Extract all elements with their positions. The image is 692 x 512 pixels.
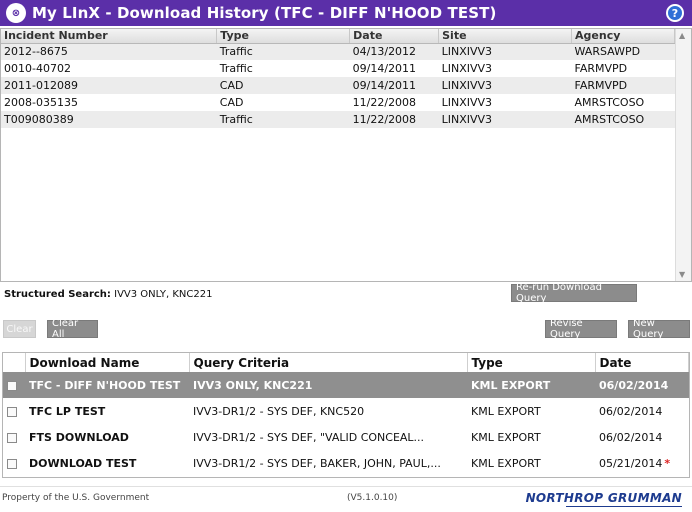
incident-agency: FARMVPD [574, 62, 628, 75]
query-criteria: IVV3-DR1/2 - SYS DEF, "VALID CONCEAL... [193, 430, 425, 444]
footer-government-notice: Property of the U.S. Government [2, 493, 150, 503]
northrop-grumman-logo: NORTHROP GRUMMAN [525, 491, 683, 507]
structured-search-label: Structured Search: [4, 289, 111, 300]
column-header-download-name[interactable]: Download Name [25, 353, 190, 372]
download-date: 05/21/2014 * [599, 456, 671, 470]
download-row[interactable]: TFC LP TEST IVV3-DR1/2 - SYS DEF, KNC520… [3, 398, 689, 424]
incident-number: 2012--8675 [1, 43, 217, 60]
download-row[interactable]: FTS DOWNLOAD IVV3-DR1/2 - SYS DEF, "VALI… [3, 424, 689, 450]
column-header-incident-number[interactable]: Incident Number [1, 29, 218, 44]
column-header-agency[interactable]: Agency [571, 29, 675, 44]
incident-row[interactable]: 0010-40702 Traffic 09/14/2011 LINXIVV3 F… [1, 60, 675, 77]
download-type: KML EXPORT [471, 430, 541, 444]
download-date: 06/02/2014 [599, 430, 663, 444]
new-indicator: * [664, 456, 671, 470]
download-table: Download Name Query Criteria Type Date T… [3, 353, 689, 476]
help-icon[interactable]: ? [666, 4, 684, 22]
window-title: My LInX - Download History (TFC - DIFF N… [32, 4, 497, 22]
incident-row[interactable]: 2012--8675 Traffic 04/13/2012 LINXIVV3 W… [1, 43, 675, 60]
download-header-row: Download Name Query Criteria Type Date [3, 353, 689, 372]
query-criteria: IVV3 ONLY, KNC221 [189, 372, 467, 398]
incident-number: T009080389 [1, 111, 217, 128]
revise-query-button[interactable]: Revise Query [545, 318, 617, 340]
incident-date: 09/14/2011 [349, 77, 439, 94]
incident-type: Traffic [216, 111, 350, 128]
incident-row[interactable]: 2008-035135 CAD 11/22/2008 LINXIVV3 AMRS… [1, 94, 675, 111]
title-bar: ⊗ My LInX - Download History (TFC - DIFF… [0, 0, 692, 26]
incident-type: Traffic [216, 43, 350, 60]
scroll-up-icon[interactable]: ▲ [679, 31, 685, 40]
download-history-list: Download Name Query Criteria Type Date T… [2, 352, 690, 478]
incident-list: Incident Number Type Date Site Agency 20… [0, 28, 692, 282]
incident-scrollbar[interactable]: ▲ ▼ [675, 29, 691, 281]
incident-site: LINXIVV3 [438, 111, 572, 128]
row-checkbox[interactable] [7, 458, 17, 469]
clear-button[interactable]: Clear [3, 320, 36, 338]
incident-agency: AMRSTCOSO [574, 96, 645, 109]
column-header-select [3, 353, 26, 372]
download-type: KML EXPORT [467, 372, 595, 398]
incident-date: 11/22/2008 [349, 111, 439, 128]
column-header-date[interactable]: Date [349, 29, 440, 44]
row-checkbox[interactable] [7, 406, 17, 417]
incident-agency: FARMVPD [571, 77, 675, 94]
incident-number: 0010-40702 [4, 62, 71, 75]
incident-number: 2011-012089 [1, 77, 217, 94]
incident-table: Incident Number Type Date Site Agency 20… [1, 29, 675, 128]
column-header-type[interactable]: Type [216, 29, 351, 44]
row-checkbox[interactable] [7, 380, 17, 391]
incident-row[interactable]: 2011-012089 CAD 09/14/2011 LINXIVV3 FARM… [1, 77, 675, 94]
query-criteria: IVV3-DR1/2 - SYS DEF, BAKER, JOHN, PAUL,… [193, 456, 441, 470]
incident-agency: AMRSTCOSO [571, 111, 675, 128]
column-header-query-criteria[interactable]: Query Criteria [189, 353, 468, 372]
structured-search-value: IVV3 ONLY, KNC221 [114, 289, 213, 300]
clear-all-button[interactable]: Clear All [47, 318, 98, 340]
incident-site: LINXIVV3 [441, 62, 493, 75]
incident-site: LINXIVV3 [438, 77, 572, 94]
incident-type: CAD [219, 96, 244, 109]
incident-date: 11/22/2008 [352, 96, 417, 109]
row-checkbox[interactable] [7, 432, 17, 443]
incident-date: 04/13/2012 [349, 43, 439, 60]
incident-number: 2008-035135 [4, 96, 78, 109]
download-type: KML EXPORT [471, 456, 541, 470]
incident-agency: WARSAWPD [571, 43, 675, 60]
query-criteria: IVV3-DR1/2 - SYS DEF, KNC520 [193, 404, 365, 418]
column-header-site[interactable]: Site [438, 29, 573, 44]
download-name: TFC - DIFF N'HOOD TEST [25, 372, 189, 398]
incident-site: LINXIVV3 [438, 43, 572, 60]
incident-date: 09/14/2011 [352, 62, 417, 75]
incident-type: Traffic [219, 62, 253, 75]
linx-logo-icon: ⊗ [6, 3, 26, 23]
download-name: DOWNLOAD TEST [29, 456, 137, 470]
incident-site: LINXIVV3 [441, 96, 493, 109]
download-row[interactable]: DOWNLOAD TEST IVV3-DR1/2 - SYS DEF, BAKE… [3, 450, 689, 476]
download-name: TFC LP TEST [29, 404, 106, 418]
download-date: 06/02/2014 [595, 372, 689, 398]
column-header-type[interactable]: Type [467, 353, 596, 372]
download-name: FTS DOWNLOAD [29, 430, 129, 444]
column-header-date[interactable]: Date [595, 353, 689, 372]
download-row[interactable]: TFC - DIFF N'HOOD TEST IVV3 ONLY, KNC221… [3, 372, 689, 398]
new-query-button[interactable]: New Query [628, 318, 690, 340]
download-type: KML EXPORT [471, 404, 541, 418]
download-date: 06/02/2014 [599, 404, 663, 418]
rerun-download-query-button[interactable]: Re-run Download Query [511, 282, 637, 304]
footer: Property of the U.S. Government (V5.1.0.… [0, 486, 692, 512]
scroll-down-icon[interactable]: ▼ [679, 270, 685, 279]
structured-search: Structured Search: IVV3 ONLY, KNC221 [4, 289, 212, 300]
incident-header-row: Incident Number Type Date Site Agency [1, 29, 675, 44]
incident-type: CAD [216, 77, 350, 94]
incident-row[interactable]: T009080389 Traffic 11/22/2008 LINXIVV3 A… [1, 111, 675, 128]
footer-version: (V5.1.0.10) [347, 493, 398, 503]
